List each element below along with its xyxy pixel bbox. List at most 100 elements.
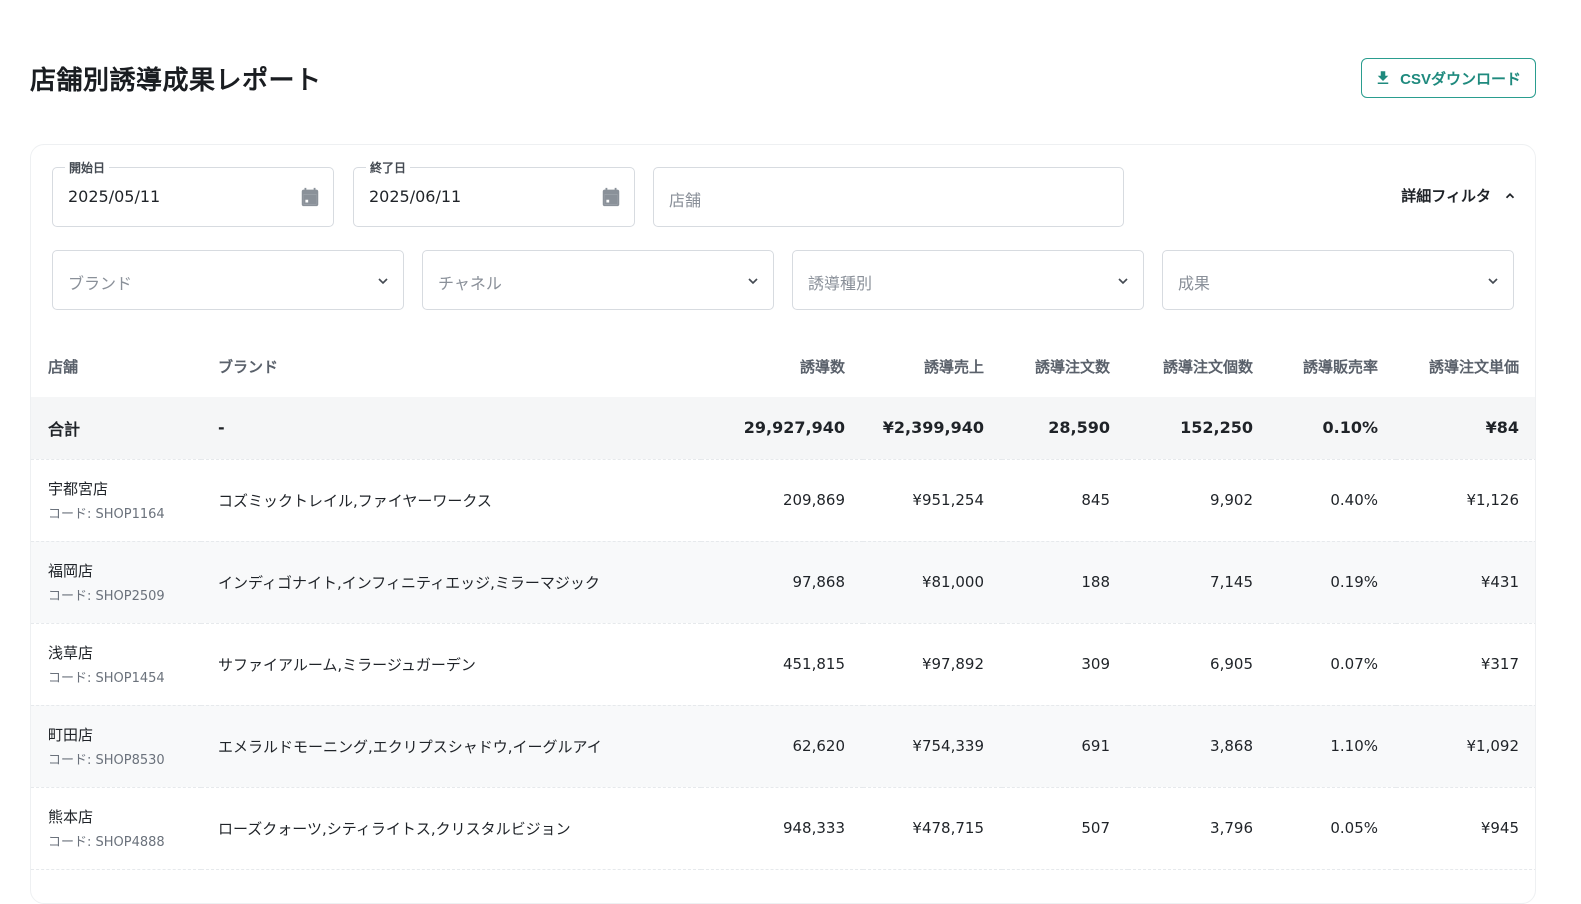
unit-price-cell: ¥1,126	[1396, 459, 1535, 542]
store-search-field[interactable]: 店舗	[653, 167, 1124, 227]
rate-cell: 0.05%	[1271, 787, 1396, 870]
store-cell: 浅草店 コード: SHOP1454	[31, 623, 201, 706]
brand-cell: サファイアルーム,ミラージュガーデン	[201, 623, 701, 706]
store-code: コード: SHOP2509	[48, 589, 165, 604]
total-row: 合計 - 29,927,940 ¥2,399,940 28,590 152,25…	[31, 397, 1535, 460]
end-date-label: 終了日	[366, 159, 411, 176]
store-name: 町田店	[48, 726, 94, 744]
detail-filter-toggle[interactable]: 詳細フィルタ	[1401, 185, 1517, 206]
brand-select[interactable]: ブランド	[52, 250, 404, 310]
store-name: 浅草店	[48, 644, 94, 662]
report-table: 店舗 ブランド 誘導数 誘導売上 誘導注文数 誘導注文個数 誘導販売率 誘導注文…	[31, 335, 1535, 870]
unit-price-cell: ¥431	[1396, 541, 1535, 624]
csv-download-button[interactable]: CSVダウンロード	[1361, 58, 1536, 98]
unit-price-cell: ¥945	[1396, 787, 1535, 870]
guides-cell: 97,868	[701, 541, 863, 624]
store-code: コード: SHOP4888	[48, 835, 165, 850]
orders-cell: 309	[1002, 623, 1128, 706]
detail-filter-label: 詳細フィルタ	[1401, 187, 1491, 205]
unit-price-cell: ¥1,092	[1396, 705, 1535, 788]
orders-cell: 507	[1002, 787, 1128, 870]
guides-cell: 451,815	[701, 623, 863, 706]
csv-download-label: CSVダウンロード	[1400, 70, 1521, 88]
rate-cell: 0.07%	[1271, 623, 1396, 706]
items-cell: 7,145	[1128, 541, 1271, 624]
store-name: 福岡店	[48, 562, 94, 580]
chevron-down-icon	[748, 278, 758, 285]
end-date-field[interactable]: 終了日 2025/06/11	[353, 159, 635, 227]
rate-cell: 0.19%	[1271, 541, 1396, 624]
store-cell: 熊本店 コード: SHOP4888	[31, 787, 201, 870]
total-guides: 29,927,940	[701, 397, 863, 460]
store-code: コード: SHOP1164	[48, 507, 165, 522]
store-cell: 福岡店 コード: SHOP2509	[31, 541, 201, 624]
start-date-field[interactable]: 開始日 2025/05/11	[52, 159, 334, 227]
store-placeholder: 店舗	[669, 191, 702, 210]
total-unit-price: ¥84	[1396, 397, 1535, 460]
column-header-brand[interactable]: ブランド	[201, 335, 701, 397]
calendar-icon[interactable]	[299, 186, 321, 208]
guides-cell: 62,620	[701, 705, 863, 788]
unit-price-cell: ¥317	[1396, 623, 1535, 706]
rate-cell: 0.40%	[1271, 459, 1396, 542]
column-header-sales[interactable]: 誘導売上	[863, 335, 1002, 397]
orders-cell: 188	[1002, 541, 1128, 624]
result-placeholder: 成果	[1178, 274, 1211, 293]
orders-cell: 845	[1002, 459, 1128, 542]
column-header-unit-price[interactable]: 誘導注文単価	[1396, 335, 1535, 397]
page-title: 店舗別誘導成果レポート	[30, 66, 322, 96]
table-row[interactable]: 熊本店 コード: SHOP4888 ローズクォーツ,シティライトス,クリスタルビ…	[31, 787, 1535, 870]
total-items: 152,250	[1128, 397, 1271, 460]
brand-cell: エメラルドモーニング,エクリプスシャドウ,イーグルアイ	[201, 705, 701, 788]
guide-type-placeholder: 誘導種別	[808, 274, 873, 293]
chevron-down-icon	[1118, 278, 1128, 285]
items-cell: 6,905	[1128, 623, 1271, 706]
rate-cell: 1.10%	[1271, 705, 1396, 788]
sales-cell: ¥951,254	[863, 459, 1002, 542]
column-header-store[interactable]: 店舗	[31, 335, 201, 397]
brand-placeholder: ブランド	[68, 274, 133, 293]
store-name: 熊本店	[48, 808, 94, 826]
sales-cell: ¥81,000	[863, 541, 1002, 624]
chevron-down-icon	[378, 278, 388, 285]
guide-type-select[interactable]: 誘導種別	[792, 250, 1144, 310]
sales-cell: ¥478,715	[863, 787, 1002, 870]
column-header-rate[interactable]: 誘導販売率	[1271, 335, 1396, 397]
start-date-label: 開始日	[65, 159, 110, 176]
total-rate: 0.10%	[1271, 397, 1396, 460]
brand-cell: ローズクォーツ,シティライトス,クリスタルビジョン	[201, 787, 701, 870]
column-header-orders[interactable]: 誘導注文数	[1002, 335, 1128, 397]
table-header-row: 店舗 ブランド 誘導数 誘導売上 誘導注文数 誘導注文個数 誘導販売率 誘導注文…	[31, 335, 1535, 397]
store-name: 宇都宮店	[48, 480, 109, 498]
end-date-value: 2025/06/11	[369, 187, 462, 206]
total-label: 合計	[31, 397, 201, 460]
report-card: 開始日 2025/05/11 終了日 2025/06/11 店舗 詳細フィルタ …	[30, 144, 1536, 904]
download-icon	[1377, 71, 1389, 84]
channel-placeholder: チャネル	[438, 274, 502, 293]
guides-cell: 209,869	[701, 459, 863, 542]
store-code: コード: SHOP8530	[48, 753, 165, 768]
column-header-guides[interactable]: 誘導数	[701, 335, 863, 397]
store-cell: 町田店 コード: SHOP8530	[31, 705, 201, 788]
chevron-down-icon	[1488, 278, 1498, 285]
total-sales: ¥2,399,940	[863, 397, 1002, 460]
result-select[interactable]: 成果	[1162, 250, 1514, 310]
column-header-items[interactable]: 誘導注文個数	[1128, 335, 1271, 397]
total-orders: 28,590	[1002, 397, 1128, 460]
total-brand: -	[201, 397, 701, 460]
channel-select[interactable]: チャネル	[422, 250, 774, 310]
table-row[interactable]: 宇都宮店 コード: SHOP1164 コズミックトレイル,ファイヤーワークス 2…	[31, 459, 1535, 542]
sales-cell: ¥97,892	[863, 623, 1002, 706]
items-cell: 3,868	[1128, 705, 1271, 788]
table-row[interactable]: 浅草店 コード: SHOP1454 サファイアルーム,ミラージュガーデン 451…	[31, 623, 1535, 706]
table-row[interactable]: 町田店 コード: SHOP8530 エメラルドモーニング,エクリプスシャドウ,イ…	[31, 705, 1535, 788]
brand-cell: コズミックトレイル,ファイヤーワークス	[201, 459, 701, 542]
start-date-value: 2025/05/11	[68, 187, 161, 206]
guides-cell: 948,333	[701, 787, 863, 870]
orders-cell: 691	[1002, 705, 1128, 788]
calendar-icon[interactable]	[600, 186, 622, 208]
table-row[interactable]: 福岡店 コード: SHOP2509 インディゴナイト,インフィニティエッジ,ミラ…	[31, 541, 1535, 624]
page-header: 店舗別誘導成果レポート CSVダウンロード	[30, 58, 1536, 98]
chevron-up-icon	[1505, 192, 1515, 198]
items-cell: 9,902	[1128, 459, 1271, 542]
